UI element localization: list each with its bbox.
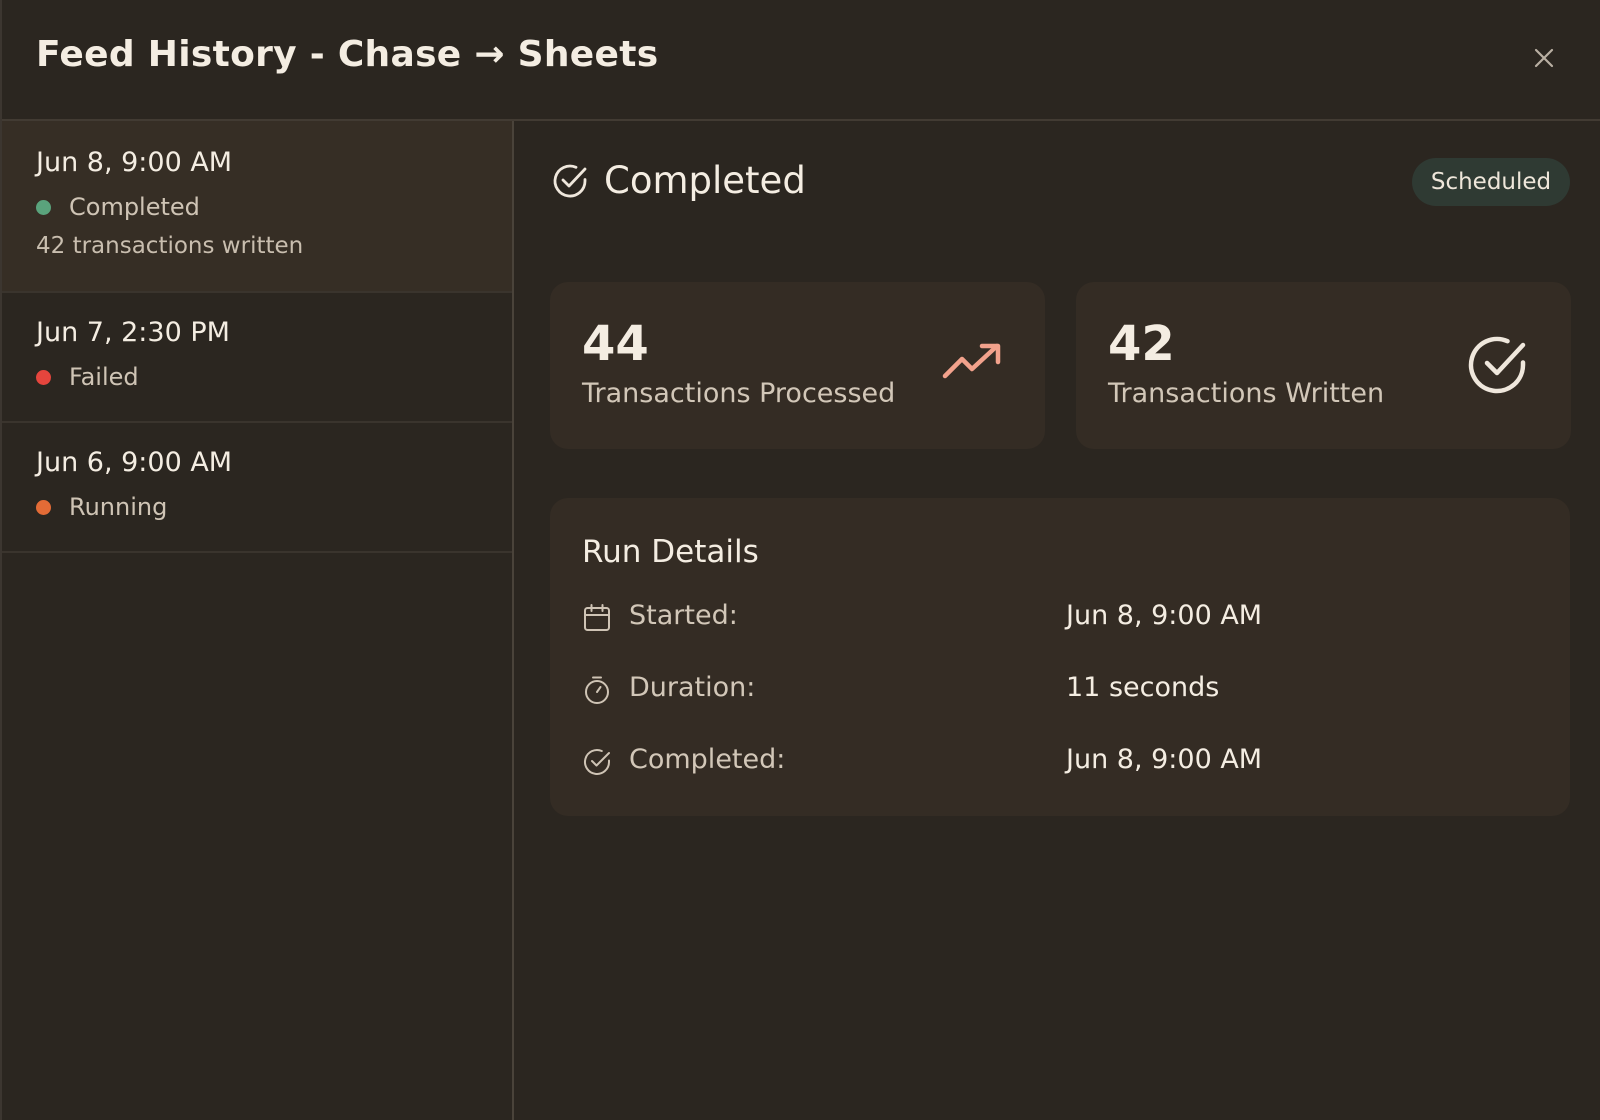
- stat-card-processed: 44 Transactions Processed: [550, 282, 1045, 449]
- modal-header: Feed History - Chase → Sheets: [2, 0, 1600, 121]
- trigger-badge: Scheduled: [1412, 158, 1570, 206]
- stat-value: 44: [582, 316, 649, 372]
- trending-up-icon: [942, 343, 1001, 379]
- check-circle-icon: [584, 749, 610, 775]
- run-item[interactable]: Jun 7, 2:30 PM Failed: [2, 293, 512, 423]
- stopwatch-icon: [585, 676, 609, 704]
- check-circle-icon: [1468, 336, 1526, 394]
- run-item[interactable]: Jun 8, 9:00 AM Completed 42 transactions…: [2, 121, 512, 293]
- run-summary: 42 transactions written: [36, 233, 304, 259]
- run-date: Jun 7, 2:30 PM: [36, 317, 230, 348]
- close-icon[interactable]: [1529, 43, 1559, 73]
- run-details-title: Run Details: [582, 534, 759, 570]
- status-dot: [36, 369, 51, 385]
- run-status-header: Completed: [550, 159, 806, 202]
- detail-label: Completed:: [629, 744, 786, 775]
- run-item[interactable]: Jun 6, 9:00 AM Running: [2, 423, 512, 553]
- modal-title: Feed History - Chase → Sheets: [36, 34, 659, 75]
- stat-label: Transactions Written: [1108, 378, 1385, 409]
- detail-row-duration: Duration: 11 seconds: [582, 672, 1542, 712]
- run-status: Completed: [36, 193, 200, 221]
- run-status: Running: [36, 493, 167, 521]
- run-status-title: Completed: [604, 159, 806, 202]
- status-dot: [36, 199, 51, 215]
- status-dot: [36, 499, 51, 515]
- run-history-list: Jun 8, 9:00 AM Completed 42 transactions…: [2, 121, 514, 1120]
- detail-value: 11 seconds: [1066, 672, 1220, 703]
- check-circle-icon: [553, 164, 587, 197]
- detail-value: Jun 8, 9:00 AM: [1066, 744, 1263, 775]
- run-status: Failed: [36, 363, 139, 391]
- stat-value: 42: [1108, 316, 1175, 372]
- detail-row-completed: Completed: Jun 8, 9:00 AM: [582, 744, 1542, 784]
- calendar-icon: [584, 604, 610, 631]
- run-date: Jun 8, 9:00 AM: [36, 147, 233, 178]
- run-detail-panel: Completed Scheduled 44 Transactions Proc…: [516, 121, 1600, 1120]
- run-status-label: Failed: [69, 363, 139, 391]
- detail-label: Duration:: [629, 672, 756, 703]
- feed-history-modal: Feed History - Chase → Sheets Jun 8, 9:0…: [0, 0, 1600, 1120]
- stat-label: Transactions Processed: [582, 378, 896, 409]
- run-date: Jun 6, 9:00 AM: [36, 447, 233, 478]
- run-status-label: Running: [69, 493, 168, 521]
- detail-value: Jun 8, 9:00 AM: [1066, 600, 1263, 631]
- detail-label: Started:: [629, 600, 738, 631]
- detail-row-started: Started: Jun 8, 9:00 AM: [582, 600, 1542, 640]
- run-details-card: Run Details Started: Jun 8, 9:00 AM Dura…: [550, 498, 1570, 816]
- run-status-label: Completed: [69, 193, 200, 221]
- stat-card-written: 42 Transactions Written: [1076, 282, 1571, 449]
